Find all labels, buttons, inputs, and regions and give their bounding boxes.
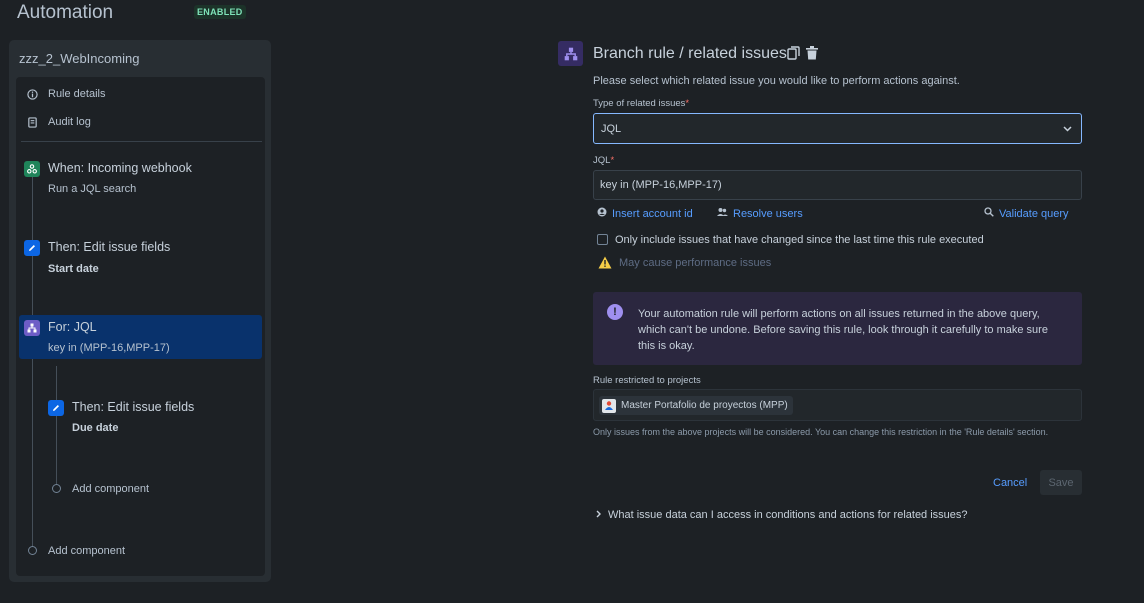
step-subtitle: key in (MPP-16,MPP-17) [48,342,170,354]
only-changed-checkbox[interactable] [597,234,608,245]
chevron-down-icon [1063,123,1072,135]
related-type-value: JQL [601,122,622,135]
webhook-icon [24,161,40,177]
resolve-users-link[interactable]: Resolve users [717,207,803,220]
related-type-label: Type of related issues* [593,98,690,109]
branch-rule-icon [558,41,583,66]
add-component-dot [52,484,61,493]
step-subtitle: Due date [72,422,119,434]
form-title: Branch rule / related issues [593,45,787,62]
step-edit-start-date[interactable]: Then: Edit issue fields Start date [19,237,262,281]
form-header-actions [787,46,818,63]
rule-details-label: Rule details [48,88,106,100]
step-title: Then: Edit issue fields [48,240,171,254]
user-circle-icon [597,207,607,220]
step-subtitle: Start date [48,263,99,275]
status-badge: ENABLED [194,5,246,19]
audit-log-label: Audit log [48,116,91,128]
step-branch-jql[interactable]: For: JQL key in (MPP-16,MPP-17) [19,315,262,359]
warning-icon [598,256,612,272]
add-component-branch-button[interactable]: Add component [72,483,149,495]
step-trigger[interactable]: When: Incoming webhook Run a JQL search [19,158,262,202]
projects-label: Rule restricted to projects [593,375,701,386]
step-title: For: JQL [48,320,97,334]
step-edit-due-date[interactable]: Then: Edit issue fields Due date [43,397,262,441]
add-component-button[interactable]: Add component [48,545,125,557]
cancel-button[interactable]: Cancel [993,477,1027,489]
jql-label: JQL* [593,155,615,166]
app-title: Automation [17,2,114,23]
validate-query-link[interactable]: Validate query [984,207,1069,220]
audit-log-link[interactable]: Audit log [27,116,91,128]
insert-account-id-link[interactable]: Insert account id [597,207,693,220]
step-subtitle: Run a JQL search [48,183,137,195]
add-component-dot [28,546,37,555]
audit-log-icon [27,116,38,128]
save-button[interactable]: Save [1040,470,1082,495]
rule-name: zzz_2_WebIncoming [19,51,140,66]
projects-help: Only issues from the above projects will… [593,427,1049,437]
info-icon [27,88,38,100]
timeline-line [32,176,33,548]
jql-input[interactable]: key in (MPP-16,MPP-17) [593,170,1082,200]
faq-expander[interactable]: What issue data can I access in conditio… [596,509,968,521]
pencil-icon [24,240,40,256]
jql-value: key in (MPP-16,MPP-17) [600,179,722,191]
chevron-right-icon [596,509,601,521]
menu-divider [21,141,262,142]
rule-details-link[interactable]: Rule details [27,88,105,100]
branch-icon [24,320,40,336]
related-type-select[interactable]: JQL [593,113,1082,144]
form-description: Please select which related issue you wo… [593,75,960,87]
trash-icon[interactable] [806,46,818,63]
step-title: When: Incoming webhook [48,161,192,175]
users-icon [717,207,728,220]
performance-warning: May cause performance issues [619,257,772,269]
exclamation-icon: ! [607,304,623,320]
step-title: Then: Edit issue fields [72,400,195,414]
only-changed-label: Only include issues that have changed si… [615,234,984,246]
project-chip[interactable]: Master Portafolio de proyectos (MPP) [599,396,793,415]
search-icon [984,207,994,220]
info-message: Your automation rule will perform action… [638,308,1048,352]
project-avatar-icon [602,398,616,413]
copy-icon[interactable] [787,46,800,63]
pencil-icon [48,400,64,416]
